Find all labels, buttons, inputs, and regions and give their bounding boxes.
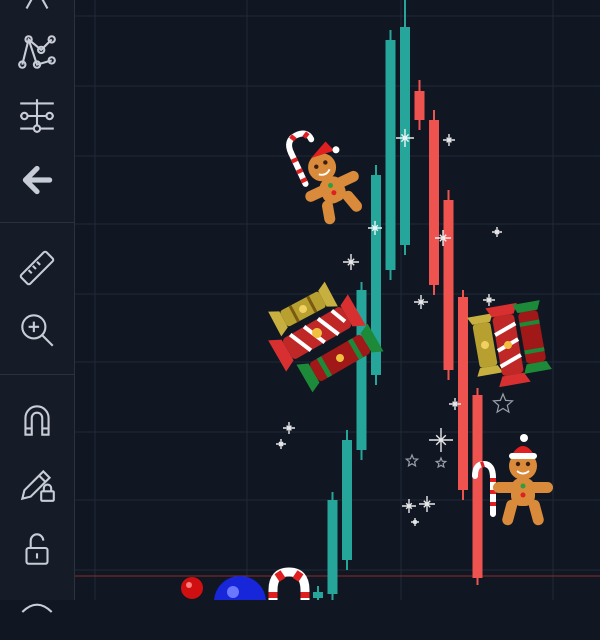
sparkle [411,518,419,526]
sparkle [419,496,435,512]
ruler-icon[interactable] [0,240,74,296]
sparkle [414,295,428,309]
measure-range-icon[interactable] [0,88,74,144]
candlestick-chart[interactable] [75,0,600,600]
sparkle [483,294,495,306]
candle-bearish [443,200,454,370]
candle-bullish [385,40,396,270]
magnet-icon[interactable] [0,392,74,448]
candle-bearish [414,91,425,120]
sparkle [343,254,359,270]
sparkle [492,227,502,237]
candle-bearish [472,395,483,578]
zoom-in-icon[interactable] [0,302,74,358]
sparkle [276,439,286,449]
candle-bearish [429,120,439,285]
candle-bearish [458,297,468,490]
eye-icon[interactable] [0,584,74,640]
toolbar-divider [0,222,74,223]
gingerbread-man-with-candy-cane [286,130,363,225]
sparkle [396,129,414,147]
gingerbread-man-with-santa-hat [493,434,553,526]
toolbar-divider [0,374,74,375]
star-outline [404,453,420,468]
back-arrow-icon[interactable] [0,152,74,208]
chart-canvas[interactable] [75,0,600,600]
candle-bullish [313,592,323,598]
unlock-icon[interactable] [0,520,74,576]
draw-tool-icon[interactable] [0,0,74,26]
star-outline [492,392,514,414]
lock-drawing-icon[interactable] [0,456,74,512]
pattern-tool-icon[interactable] [0,24,74,80]
candy-cane-bottom [268,567,310,600]
candle-bullish [327,500,338,594]
christmas-crackers-right [466,300,552,388]
candle-bullish [342,440,352,560]
star-outline [434,456,448,469]
drawing-toolbar [0,0,75,613]
sparkle [402,499,416,513]
christmas-ornaments [181,576,266,600]
candles [313,0,483,600]
sparkle [443,134,455,146]
